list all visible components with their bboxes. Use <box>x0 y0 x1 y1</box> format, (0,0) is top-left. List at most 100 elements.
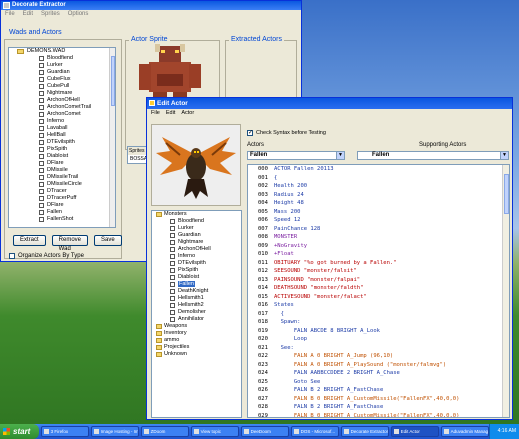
tree-item[interactable]: DTracerPuff <box>9 195 115 202</box>
decorate-extractor-titlebar[interactable]: Decorate Extractor <box>1 1 301 10</box>
tree-item-pixspith[interactable]: PixSpith <box>152 267 241 274</box>
code-text: SEESOUND "monster/falsit" <box>274 268 357 274</box>
tree-root[interactable]: DEMONS.WAD <box>9 48 115 55</box>
taskbar-button[interactable]: Image Hosting - Im... <box>90 426 139 437</box>
tree-item-label: ArchonOfHell <box>178 246 211 252</box>
tree-item-diabloist[interactable]: Diabloist <box>152 274 241 281</box>
tree-item[interactable]: Bloodfiend <box>9 55 115 62</box>
menu-options[interactable]: Options <box>68 10 89 18</box>
menu-file[interactable]: File <box>5 10 15 18</box>
menu-sprites[interactable]: Sprites <box>41 10 60 18</box>
supporting-actors-dropdown[interactable]: Fallen ▼ <box>357 151 509 160</box>
tree-item[interactable]: DMissileTrail <box>9 174 115 181</box>
tree-folder-ammo[interactable]: ammo <box>152 337 241 344</box>
scroll-thumb[interactable] <box>504 174 509 214</box>
code-text: FALN B 2 BRIGHT A_FastChase <box>274 404 384 410</box>
wads-tree[interactable]: DEMONS.WAD Bloodfiend Lurker Guardian CubeF… <box>8 47 116 228</box>
tree-folder-monsters[interactable]: Monsters <box>152 211 241 218</box>
tree-item-archonofhell[interactable]: ArchonOfHell <box>152 246 241 253</box>
remove-wad-button[interactable]: Remove Wad <box>51 235 89 252</box>
tree-item-lurker[interactable]: Lurker <box>152 225 241 232</box>
actor-icon <box>170 247 175 252</box>
taskbar-button[interactable]: DeeDoom <box>240 426 289 437</box>
app-icon <box>443 429 449 434</box>
actor-sprite-label: Actor Sprite <box>129 36 170 44</box>
tree-item-inferno[interactable]: Inferno <box>152 253 241 260</box>
check-syntax-checkbox[interactable]: ✓ <box>247 130 253 136</box>
line-number: 026 <box>258 387 268 393</box>
save-button[interactable]: Save <box>94 235 122 246</box>
menu-actor[interactable]: Actor <box>181 109 194 117</box>
tree-item[interactable]: Nightmare <box>9 90 115 97</box>
tree-item[interactable]: DFlare <box>9 160 115 167</box>
tree-item-annihilator[interactable]: Annihilator <box>152 316 241 323</box>
tree-item[interactable]: FallenShot <box>9 216 115 223</box>
tree-item-label: DMissileTrail <box>47 174 79 180</box>
tree-item[interactable]: HellBall <box>9 132 115 139</box>
taskbar-button[interactable]: Edit Actor <box>390 426 439 437</box>
tree-item[interactable]: CubePull <box>9 83 115 90</box>
folder-icon <box>156 345 162 350</box>
taskbar-button[interactable]: Aduvadmin Manager <box>440 426 489 437</box>
tree-item-nightmare[interactable]: Nightmare <box>152 239 241 246</box>
actors-tree[interactable]: Monsters Bloodfiend Lurker Guardian Nightma… <box>151 210 242 418</box>
tree-item[interactable]: Diabloist <box>9 153 115 160</box>
tree-item-guardian[interactable]: Guardian <box>152 232 241 239</box>
chevron-down-icon[interactable]: ▼ <box>336 152 344 159</box>
tree-item-hellsmith1[interactable]: Hellsmith1 <box>152 295 241 302</box>
menu-edit[interactable]: Edit <box>166 109 175 117</box>
tree-item[interactable]: Fallen <box>9 209 115 216</box>
extract-button[interactable]: Extract <box>13 235 46 246</box>
actors-dropdown[interactable]: Fallen ▼ <box>247 151 345 160</box>
code-text: FALN B 0 BRIGHT A_CustomMissile("FallenF… <box>274 395 460 402</box>
tree-item[interactable]: DTEvilspith <box>9 139 115 146</box>
taskbar-button[interactable]: DOS - Microsof... <box>290 426 339 437</box>
code-scrollbar[interactable] <box>502 165 509 417</box>
taskbar-button[interactable]: 3 Firefox <box>40 426 89 437</box>
chevron-down-icon[interactable]: ▼ <box>500 152 508 159</box>
menu-edit[interactable]: Edit <box>23 10 33 18</box>
tree-folder-weapons[interactable]: Weapons <box>152 323 241 330</box>
tree-item[interactable]: Lurker <box>9 62 115 69</box>
tree-item[interactable]: ArchonCometTrail <box>9 104 115 111</box>
tree-item[interactable]: Lavaball <box>9 125 115 132</box>
tree-item[interactable]: DMissile <box>9 167 115 174</box>
actor-icon <box>39 217 44 222</box>
tree-item-label: Lurker <box>178 225 194 231</box>
tree-item[interactable]: DFlare <box>9 202 115 209</box>
tree-item[interactable]: CubeFlux <box>9 76 115 83</box>
tree-folder-projectiles[interactable]: Projectiles <box>152 344 241 351</box>
tree-folder-unknown[interactable]: Unknown <box>152 351 241 358</box>
organize-checkbox[interactable] <box>9 253 15 259</box>
actor-icon <box>170 303 175 308</box>
tree-item[interactable]: PixSpith <box>9 146 115 153</box>
taskbar-button[interactable]: Decorate Extractor <box>340 426 389 437</box>
tree-item[interactable]: ArchonOfHell <box>9 97 115 104</box>
tree-item-deathknight[interactable]: DeathKnight <box>152 288 241 295</box>
code-text: Loop <box>274 336 308 342</box>
tree-item-bloodfiend[interactable]: Bloodfiend <box>152 218 241 225</box>
tree-item[interactable]: Guardian <box>9 69 115 76</box>
taskbar-button[interactable]: View topic <box>190 426 239 437</box>
tree-item[interactable]: DTracer <box>9 188 115 195</box>
fallen-sprite-image <box>156 137 236 199</box>
scroll-thumb[interactable] <box>111 56 115 106</box>
tree-item-fallen[interactable]: Fallen <box>152 281 241 288</box>
tree-item-label: CubeFlux <box>47 76 71 82</box>
tree-item-label: Fallen <box>47 209 62 215</box>
tree-item-demolisher[interactable]: Demolisher <box>152 309 241 316</box>
tree-item[interactable]: Inferno <box>9 118 115 125</box>
taskbar-button[interactable]: ZDoom <box>140 426 189 437</box>
menu-file[interactable]: File <box>151 109 160 117</box>
line-number: 009 <box>258 242 268 249</box>
tree-item-dtevilspith[interactable]: DTEvilspith <box>152 260 241 267</box>
edit-actor-titlebar[interactable]: Edit Actor <box>147 98 512 109</box>
tree-item[interactable]: ArchonComet <box>9 111 115 118</box>
tree-folder-inventory[interactable]: Inventory <box>152 330 241 337</box>
tree-item-hellsmith2[interactable]: Hellsmith2 <box>152 302 241 309</box>
tree-item[interactable]: DMissileCircle <box>9 181 115 188</box>
folder-icon <box>156 324 162 329</box>
start-button[interactable]: start <box>0 424 39 439</box>
decorate-code-editor[interactable]: 000 ACTOR Fallen 20113 001{002 Health 200 00… <box>247 164 510 418</box>
tree-scrollbar[interactable] <box>109 48 115 227</box>
